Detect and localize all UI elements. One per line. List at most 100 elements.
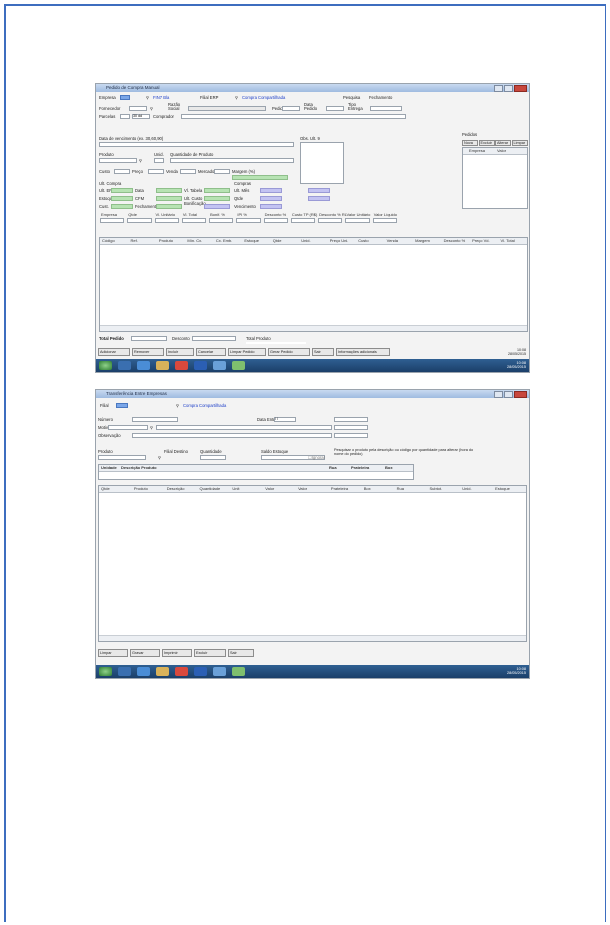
grid-col-header-13: Preço Vd. [472, 238, 490, 243]
entry-input-7[interactable] [290, 218, 316, 223]
search-icon[interactable]: ⚲ [158, 455, 161, 460]
transfer-action-button-2[interactable]: Imprimir [162, 649, 192, 657]
entry-input-9[interactable] [345, 218, 370, 223]
minimize-button[interactable] [494, 391, 503, 398]
pedido-input[interactable] [282, 106, 300, 111]
pedidos-list[interactable]: Empresa Valor [462, 147, 528, 209]
data-entrada-input[interactable]: / / [274, 417, 296, 422]
erp-icon[interactable] [232, 361, 245, 370]
action-button-5[interactable]: Gerar Pedido [268, 348, 310, 356]
pdf-icon[interactable] [175, 361, 188, 370]
numero-input[interactable] [132, 417, 178, 422]
data-pedido-input[interactable] [326, 106, 344, 111]
app-icon[interactable] [213, 361, 226, 370]
data-vencimento-input[interactable] [99, 142, 294, 147]
search-icon[interactable]: ⚲ [150, 106, 153, 111]
entry-input-5[interactable] [236, 218, 261, 223]
maximize-button[interactable] [504, 391, 513, 398]
search-icon[interactable]: ⚲ [176, 403, 179, 408]
explorer-icon[interactable] [137, 361, 150, 370]
entry-input-0[interactable] [100, 218, 125, 223]
start-button[interactable] [99, 361, 112, 370]
filial-label: Filial [100, 403, 109, 408]
ie-icon[interactable] [118, 361, 131, 370]
transfer-action-button-0[interactable]: Limpar [98, 649, 128, 657]
transfer-items-grid[interactable]: Qtde Produto Descrição Quantidade Unit Valor V… [98, 485, 527, 642]
total-pedido-field [131, 336, 167, 341]
word-icon[interactable] [194, 667, 207, 676]
pesquisa-button[interactable]: Pesquisa [343, 95, 360, 100]
comprador-input[interactable] [181, 114, 406, 119]
desconto-field[interactable] [192, 336, 236, 341]
entry-col-header-3: Vl. Total [182, 212, 197, 217]
transfer-col-header-8: Box [363, 486, 371, 491]
produto-input[interactable] [99, 158, 137, 163]
entry-input-6[interactable] [263, 218, 288, 223]
tipo-entrega-select[interactable] [370, 106, 402, 111]
minimize-button[interactable] [494, 85, 503, 92]
saldo-estoque-label: Saldo Estoque [261, 449, 289, 454]
search-icon[interactable]: ⚲ [235, 95, 238, 100]
explorer-icon[interactable] [137, 667, 150, 676]
pdf-icon[interactable] [175, 667, 188, 676]
obs-textarea[interactable] [300, 142, 344, 184]
items-grid-header: Código Ref. Produto Mín. Cx. Cx. Emb. Estoque… [100, 238, 527, 245]
fornecedor-value[interactable]: Compra Compartilhada [242, 95, 285, 100]
filial-value[interactable]: Compra Compartilhada [183, 403, 226, 408]
entry-input-4[interactable] [209, 218, 234, 223]
items-grid[interactable]: Código Ref. Produto Mín. Cx. Cx. Emb. Estoque… [99, 237, 528, 332]
folder-icon[interactable] [156, 667, 169, 676]
action-button-1[interactable]: Remover [132, 348, 164, 356]
action-button-2[interactable]: Incluir [166, 348, 194, 356]
horizontal-scrollbar[interactable] [99, 635, 526, 641]
desconto-label: Desconto [172, 336, 190, 341]
entry-input-2[interactable] [154, 218, 179, 223]
maximize-button[interactable] [504, 85, 513, 92]
action-button-4[interactable]: Limpar Pedido [228, 348, 266, 356]
entry-input-1[interactable] [127, 218, 152, 223]
start-button[interactable] [99, 667, 112, 676]
search-hint-note: Pesquisar o produto pela descrição ou có… [334, 448, 474, 456]
ignorar-checkbox[interactable]: ☐Ignorar [308, 455, 325, 460]
action-button-7[interactable]: Informações adicionais [336, 348, 390, 356]
produto-input[interactable] [98, 455, 146, 460]
fornecedor-input[interactable] [129, 106, 147, 111]
app-icon[interactable] [213, 667, 226, 676]
ie-icon[interactable] [118, 667, 131, 676]
search-icon[interactable]: ⚲ [146, 95, 149, 100]
transfer-action-button-1[interactable]: Gravar [130, 649, 160, 657]
pedidos-alterar-button[interactable]: Alterar [495, 140, 511, 146]
horizontal-scrollbar[interactable] [100, 325, 527, 331]
pedidos-nova-button[interactable]: Nova [462, 140, 478, 146]
word-icon[interactable] [194, 361, 207, 370]
entry-input-8[interactable] [318, 218, 343, 223]
motivo-code-input[interactable] [108, 425, 148, 430]
system-tray: 10:08 28/05/2015 [507, 361, 526, 369]
prazo-select[interactable]: 30 dd [132, 114, 150, 119]
transfer-action-button-4[interactable]: Sair [228, 649, 254, 657]
filial-value[interactable]: FIN7 Bla [153, 95, 169, 100]
pedidos-excluir-button[interactable]: Excluir [478, 140, 495, 146]
action-button-3[interactable]: Cancelar [196, 348, 226, 356]
parcelas-input[interactable] [120, 114, 130, 119]
filial-code-field[interactable] [116, 403, 128, 408]
observacao-input[interactable] [132, 433, 332, 438]
folder-icon[interactable] [156, 361, 169, 370]
fechamento-button[interactable]: Fechamento [369, 95, 392, 100]
entry-input-10[interactable] [372, 218, 397, 223]
close-button[interactable] [514, 391, 527, 398]
transfer-action-button-3[interactable]: Excluir [194, 649, 226, 657]
erp-icon[interactable] [232, 667, 245, 676]
empresa-field[interactable] [120, 95, 130, 100]
action-button-6[interactable]: Sair [312, 348, 334, 356]
grid-col-header-12: Desconto % [443, 238, 466, 243]
pedidos-limpar-button[interactable]: Limpar [511, 140, 528, 146]
action-button-0[interactable]: Adicionar [98, 348, 130, 356]
entry-input-3[interactable] [181, 218, 207, 223]
search-icon[interactable]: ⚲ [150, 425, 153, 430]
close-button[interactable] [514, 85, 527, 92]
unid-input[interactable] [154, 158, 164, 163]
search-icon[interactable]: ⚲ [139, 158, 142, 163]
entry-col-header-2: Vl. Unitário [155, 212, 176, 217]
quantidade-input[interactable] [200, 455, 226, 460]
